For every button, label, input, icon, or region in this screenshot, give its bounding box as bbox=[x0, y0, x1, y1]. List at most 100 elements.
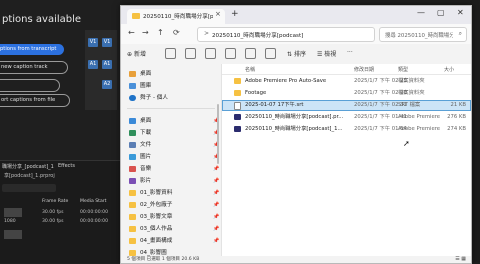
search-input[interactable]: 搜尋 20250110_時尚職場分享[podcast] ⌕ bbox=[379, 27, 467, 42]
cloud-icon bbox=[129, 95, 136, 101]
track-label[interactable]: A1 bbox=[88, 60, 98, 69]
file-type: Adobe Premiere Pr... bbox=[398, 114, 442, 120]
clip-media-start: 00:00:00:00 bbox=[80, 219, 109, 224]
command-bar: ⊕ 新增 ⇅ 排序 ☰ 檢視 ··· bbox=[121, 44, 471, 65]
file-type: 檔案資料夾 bbox=[398, 90, 425, 96]
music-icon bbox=[129, 166, 136, 172]
sort-button-label: 排序 bbox=[293, 51, 306, 58]
track-row: A1 A1 bbox=[85, 60, 117, 72]
column-header-frame-rate[interactable]: Frame Rate bbox=[42, 199, 68, 204]
pin-icon: 📌 bbox=[213, 190, 220, 196]
folder-icon bbox=[129, 226, 136, 232]
file-type: SRT 檔案 bbox=[398, 102, 421, 108]
new-tab-button[interactable]: + bbox=[231, 9, 239, 19]
other-caption-button[interactable] bbox=[0, 79, 60, 92]
pin-icon: 📌 bbox=[213, 226, 220, 232]
track-label[interactable]: V1 bbox=[102, 38, 112, 47]
tab-title: 20250110_時尚職場分享[podcast] bbox=[143, 14, 213, 20]
breadcrumb: 20250110_時尚職場分享[podcast] bbox=[212, 33, 304, 39]
file-name: Adobe Premiere Pro Auto-Save bbox=[245, 78, 327, 84]
nav-item-videos[interactable]: 影片 📌 bbox=[121, 176, 221, 187]
maximize-button[interactable]: ▢ bbox=[437, 8, 445, 17]
tab-close-icon[interactable]: × bbox=[215, 10, 221, 18]
track-label[interactable]: V1 bbox=[88, 38, 98, 47]
cut-icon[interactable] bbox=[165, 48, 176, 59]
close-button[interactable]: ✕ bbox=[457, 8, 464, 17]
nav-item-folder[interactable]: 03_影響文章 📌 bbox=[121, 212, 221, 223]
nav-item-folder[interactable]: 01_影響資料 📌 bbox=[121, 188, 221, 199]
clip-frame-rate: 30.00 fps bbox=[42, 219, 64, 224]
nav-scrollbar[interactable] bbox=[217, 104, 219, 164]
premiere-file-icon bbox=[234, 126, 241, 132]
share-icon[interactable] bbox=[245, 48, 256, 59]
file-row[interactable]: 20250110_時尚職場分享[podcast]_1... 2025/1/7 下… bbox=[222, 124, 471, 134]
create-captions-from-transcript-button[interactable]: ptions from transcript bbox=[0, 44, 64, 55]
file-type: 檔案資料夾 bbox=[398, 78, 425, 84]
nav-item-onedrive[interactable]: 舜子 - 個人 bbox=[121, 93, 221, 104]
column-header-type[interactable]: 類型 bbox=[398, 66, 408, 73]
clip-media-start: 00:00:00:00 bbox=[80, 210, 109, 215]
folder-icon bbox=[234, 78, 241, 84]
nav-item-folder[interactable]: 02_外包廠子 📌 bbox=[121, 200, 221, 211]
minimize-button[interactable]: — bbox=[417, 8, 425, 17]
pin-icon: 📌 bbox=[213, 166, 220, 172]
nav-divider bbox=[127, 108, 215, 109]
view-toggle-icon[interactable]: ☰ ▦ bbox=[455, 256, 466, 262]
file-row-selected[interactable]: 2025-01-07 17下午.srt 2025/1/7 下午 02:31 SR… bbox=[222, 100, 471, 111]
download-icon bbox=[129, 130, 136, 136]
paste-icon[interactable] bbox=[205, 48, 216, 59]
import-captions-from-file-button[interactable]: ort captions from file bbox=[0, 94, 70, 107]
explorer-tab[interactable]: 20250110_時尚職場分享[podcast] × bbox=[127, 9, 225, 24]
address-bar[interactable]: > 20250110_時尚職場分享[podcast] bbox=[197, 27, 375, 42]
file-row[interactable]: Adobe Premiere Pro Auto-Save 2025/1/7 下午… bbox=[222, 76, 471, 86]
more-options-button[interactable]: ··· bbox=[347, 49, 353, 56]
nav-item-home[interactable]: 桌面 bbox=[121, 69, 221, 80]
address-bar-row: ← → ↑ ⟳ > 20250110_時尚職場分享[podcast] 搜尋 20… bbox=[121, 24, 471, 44]
track-label[interactable]: A2 bbox=[102, 80, 112, 89]
timeline-track-headers: V1 V1 A1 A1 A2 bbox=[85, 30, 117, 110]
picture-icon bbox=[129, 154, 136, 160]
column-header-size[interactable]: 大小 bbox=[444, 66, 454, 73]
file-size: 274 KB bbox=[447, 126, 466, 132]
create-new-caption-track-button[interactable]: new caption track bbox=[0, 61, 68, 74]
track-row: V1 V1 bbox=[85, 38, 117, 50]
title-bar: 20250110_時尚職場分享[podcast] × + — ▢ ✕ bbox=[121, 6, 471, 24]
file-size: 21 KB bbox=[450, 102, 466, 108]
up-arrow-icon[interactable]: ↑ bbox=[157, 28, 164, 37]
column-header-name[interactable]: 名稱 bbox=[245, 66, 255, 73]
nav-item-documents[interactable]: 文件📌 bbox=[121, 140, 221, 151]
project-search-input[interactable] bbox=[2, 184, 56, 192]
new-item-button[interactable]: ⊕ 新增 bbox=[127, 49, 146, 58]
home-icon bbox=[129, 71, 136, 77]
nav-item-pictures[interactable]: 圖片📌 bbox=[121, 152, 221, 163]
back-arrow-icon[interactable]: ← bbox=[128, 28, 135, 37]
folder-icon bbox=[129, 214, 136, 220]
project-tab[interactable]: 職場分享_[podcast]_1 bbox=[2, 163, 54, 170]
copy-icon[interactable] bbox=[185, 48, 196, 59]
nav-item-downloads[interactable]: 下載📌 bbox=[121, 128, 221, 139]
file-row[interactable]: 20250110_時尚職場分享[podcast].pr... 2025/1/7 … bbox=[222, 112, 471, 122]
file-row[interactable]: Footage 2025/1/7 下午 02:08 檔案資料夾 bbox=[222, 88, 471, 98]
nav-item-desktop[interactable]: 桌面📌 bbox=[121, 116, 221, 127]
track-label[interactable]: A1 bbox=[102, 60, 112, 69]
effects-tab[interactable]: Effects bbox=[58, 163, 75, 169]
nav-item-music[interactable]: 音樂 📌 bbox=[121, 164, 221, 175]
sort-button[interactable]: ⇅ 排序 bbox=[287, 49, 306, 58]
project-file-name: 享[podcast]_1.prproj bbox=[4, 173, 55, 179]
view-button[interactable]: ☰ 檢視 bbox=[317, 49, 336, 58]
column-header-date[interactable]: 修改日期 bbox=[354, 66, 374, 73]
clip-frame-rate: 30.00 fps bbox=[42, 210, 64, 215]
rename-icon[interactable] bbox=[225, 48, 236, 59]
file-name: 20250110_時尚職場分享[podcast]_1... bbox=[245, 126, 343, 132]
column-header-media-start[interactable]: Media Start bbox=[80, 199, 106, 204]
delete-icon[interactable] bbox=[265, 48, 276, 59]
nav-item-folder[interactable]: 04_畫面構成 📌 bbox=[121, 236, 221, 247]
forward-arrow-icon[interactable]: → bbox=[142, 28, 149, 37]
status-text: 5 個項目 已選取 1 個項目 20.6 KB bbox=[127, 257, 200, 262]
pin-icon: 📌 bbox=[213, 238, 220, 244]
nav-item-gallery[interactable]: 圖庫 bbox=[121, 81, 221, 92]
nav-item-folder[interactable]: 03_個人作品 📌 bbox=[121, 224, 221, 235]
header-divider bbox=[222, 74, 471, 75]
file-name: 2025-01-07 17下午.srt bbox=[245, 102, 304, 108]
refresh-icon[interactable]: ⟳ bbox=[173, 28, 180, 37]
